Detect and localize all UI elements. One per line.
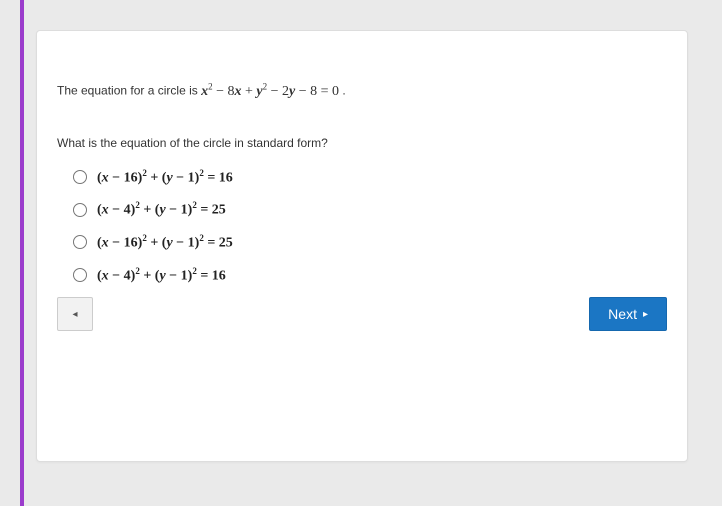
next-button-label: Next bbox=[608, 306, 637, 322]
question-card: The equation for a circle is x2 − 8x + y… bbox=[36, 30, 688, 462]
prompt-prefix: The equation for a circle is bbox=[57, 84, 201, 98]
choice-label: (x − 4)2 + (y − 1)2 = 16 bbox=[97, 266, 226, 285]
choice-option[interactable]: (x − 16)2 + (y − 1)2 = 16 bbox=[73, 168, 667, 187]
choice-radio[interactable] bbox=[73, 268, 87, 282]
choice-radio[interactable] bbox=[73, 170, 87, 184]
nav-row: ◂ Next ▸ bbox=[57, 297, 667, 331]
choice-radio[interactable] bbox=[73, 235, 87, 249]
prompt-text: The equation for a circle is x2 − 8x + y… bbox=[57, 81, 667, 100]
choice-option[interactable]: (x − 4)2 + (y − 1)2 = 16 bbox=[73, 266, 667, 285]
arrow-right-icon: ▸ bbox=[643, 309, 648, 320]
choice-option[interactable]: (x − 4)2 + (y − 1)2 = 25 bbox=[73, 200, 667, 219]
question-text: What is the equation of the circle in st… bbox=[57, 136, 667, 150]
prompt-suffix: . bbox=[342, 84, 345, 98]
accent-bar bbox=[20, 0, 24, 506]
answer-choices: (x − 16)2 + (y − 1)2 = 16 (x − 4)2 + (y … bbox=[57, 168, 667, 285]
choice-radio[interactable] bbox=[73, 203, 87, 217]
circle-equation: x2 − 8x + y2 − 2y − 8 = 0 bbox=[201, 84, 339, 99]
prev-button[interactable]: ◂ bbox=[57, 297, 93, 331]
choice-label: (x − 16)2 + (y − 1)2 = 25 bbox=[97, 233, 233, 252]
arrow-left-icon: ◂ bbox=[72, 309, 77, 320]
next-button[interactable]: Next ▸ bbox=[589, 297, 667, 331]
choice-label: (x − 16)2 + (y − 1)2 = 16 bbox=[97, 168, 233, 187]
choice-label: (x − 4)2 + (y − 1)2 = 25 bbox=[97, 200, 226, 219]
choice-option[interactable]: (x − 16)2 + (y − 1)2 = 25 bbox=[73, 233, 667, 252]
